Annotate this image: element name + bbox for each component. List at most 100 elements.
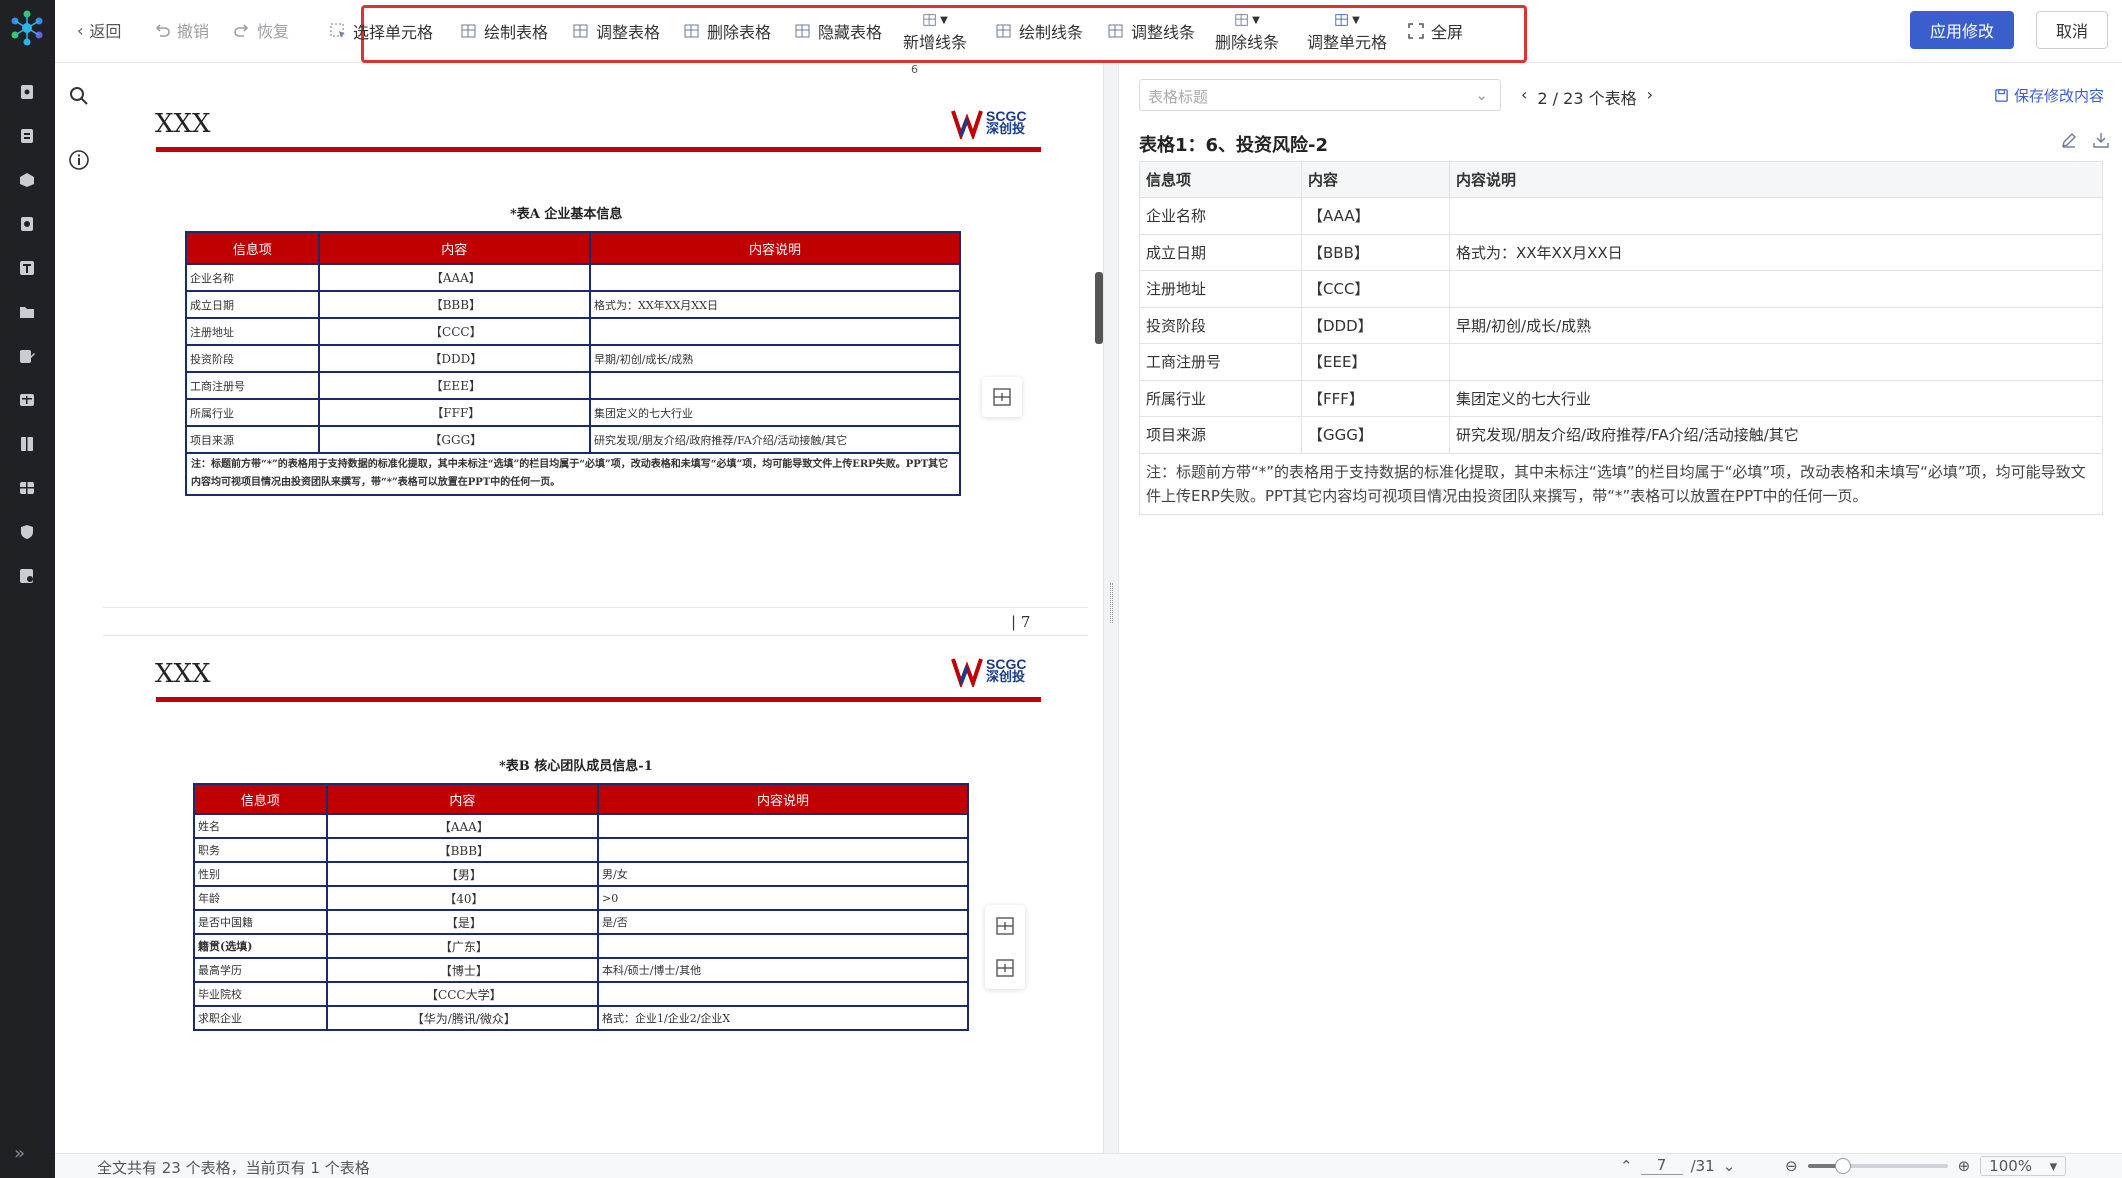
table-cell[interactable]: 项目来源 bbox=[1139, 416, 1302, 454]
table-cell[interactable]: 【CCC大学】 bbox=[325, 981, 600, 1007]
table-note[interactable]: 注：标题前方带“*”的表格用于支持数据的标准化提取，其中未标注“选填”的栏目均属… bbox=[185, 452, 961, 496]
table-cell[interactable]: 注册地址 bbox=[1139, 270, 1302, 308]
table-cell[interactable] bbox=[588, 371, 962, 400]
add-line-tool[interactable]: ▼ 新增线条 bbox=[903, 12, 967, 53]
table-cell[interactable]: 格式为：XX年XX月XX日 bbox=[1449, 233, 2103, 271]
table-cell[interactable]: 年龄 bbox=[193, 885, 328, 911]
table-cell[interactable] bbox=[588, 263, 962, 292]
prev-table-icon[interactable]: ‹ bbox=[1521, 85, 1527, 109]
grid-icon[interactable] bbox=[15, 478, 39, 498]
delete-line-tool[interactable]: ▼ 删除线条 bbox=[1215, 12, 1279, 53]
zoom-out-icon[interactable]: ⊖ bbox=[1785, 1157, 1798, 1175]
document-viewer[interactable]: 6 XXX SCGC 深创投 *表A 企业基本信息 信息项 内容 内容说明 企业名… bbox=[103, 63, 1103, 1153]
table-cell[interactable]: 投资阶段 bbox=[185, 344, 320, 373]
table-cell[interactable]: 集团定义的七大行业 bbox=[1449, 379, 2103, 417]
table-cell[interactable]: 研究发现/朋友介绍/政府推荐/FA介绍/活动接触/其它 bbox=[1449, 416, 2103, 454]
table-cell[interactable] bbox=[1449, 197, 2103, 235]
table-cell[interactable]: 【男】 bbox=[325, 861, 600, 887]
adjust-cell-tool[interactable]: ▼ 调整单元格 bbox=[1307, 12, 1387, 53]
table-cell[interactable]: 是/否 bbox=[597, 909, 969, 935]
back-button[interactable]: ‹ 返回 bbox=[77, 18, 121, 42]
splitter-grip[interactable] bbox=[1110, 583, 1113, 623]
adjust-table-tool[interactable]: 调整表格 bbox=[572, 19, 660, 43]
hide-table-tool[interactable]: 隐藏表格 bbox=[794, 19, 882, 43]
table-cell[interactable]: 本科/硕士/博士/其他 bbox=[597, 957, 969, 983]
table-cell[interactable]: 求职企业 bbox=[193, 1005, 328, 1031]
table-header-cell[interactable]: 信息项 bbox=[193, 783, 328, 815]
table-cell[interactable]: 早期/初创/成长/成熟 bbox=[1449, 306, 2103, 344]
table-cell[interactable]: 【华为/腾讯/微众】 bbox=[325, 1005, 600, 1031]
table-cell[interactable]: 【EEE】 bbox=[1301, 343, 1450, 381]
table-cell[interactable]: 【FFF】 bbox=[1301, 379, 1450, 417]
zoom-select[interactable]: 100% ▾ bbox=[1980, 1156, 2067, 1176]
doc-extract-icon[interactable] bbox=[15, 126, 39, 146]
table-cell[interactable]: 项目来源 bbox=[185, 425, 320, 454]
table-cell[interactable]: 【AAA】 bbox=[325, 813, 600, 839]
table-header-cell[interactable]: 内容 bbox=[325, 783, 600, 815]
table-cell[interactable]: 【AAA】 bbox=[317, 263, 591, 292]
doc-scrollbar[interactable] bbox=[1095, 272, 1103, 344]
table-cell[interactable]: 【DDD】 bbox=[1301, 306, 1450, 344]
table-cell[interactable]: 投资阶段 bbox=[1139, 306, 1302, 344]
table-cell[interactable]: 格式：企业1/企业2/企业X bbox=[597, 1005, 969, 1031]
page-input[interactable]: 7 bbox=[1640, 1156, 1683, 1175]
doc-upload-icon[interactable] bbox=[15, 82, 39, 102]
next-page-icon[interactable]: ⌄ bbox=[1723, 1157, 1736, 1175]
table-edit-icon[interactable] bbox=[994, 957, 1016, 979]
table-cell[interactable]: 是否中国籍 bbox=[193, 909, 328, 935]
zoom-in-icon[interactable]: ⊕ bbox=[1958, 1157, 1971, 1175]
table-cell[interactable]: 男/女 bbox=[597, 861, 969, 887]
table-cell[interactable]: 毕业院校 bbox=[193, 981, 328, 1007]
table-cell[interactable]: 【DDD】 bbox=[317, 344, 591, 373]
table-header-cell[interactable]: 信息项 bbox=[1139, 161, 1302, 198]
table-cell[interactable]: 籍贯(选填) bbox=[193, 933, 328, 959]
table-cell[interactable]: 【BBB】 bbox=[317, 290, 591, 319]
table-cell[interactable] bbox=[597, 981, 969, 1007]
expand-sidebar-icon[interactable]: » bbox=[14, 1143, 25, 1164]
table-edit-icon[interactable] bbox=[994, 915, 1016, 937]
shield-icon[interactable] bbox=[15, 522, 39, 542]
save-changes-button[interactable]: 保存修改内容 bbox=[1994, 85, 2104, 106]
table-cell[interactable]: 性别 bbox=[193, 861, 328, 887]
redo-button[interactable]: 恢复 bbox=[233, 18, 289, 42]
zoom-slider-knob[interactable] bbox=[1834, 1158, 1851, 1174]
panel-splitter[interactable] bbox=[1103, 63, 1119, 1153]
ppt-table-a[interactable]: 信息项 内容 内容说明 企业名称 【AAA】 成立日期 【BBB】 格式为：XX年XX月… bbox=[185, 231, 962, 496]
table-title-select[interactable]: 表格标题 ⌄ bbox=[1139, 79, 1501, 111]
table-cell[interactable]: 【CCC】 bbox=[317, 317, 591, 346]
table-cell[interactable]: 最高学历 bbox=[193, 957, 328, 983]
table-cell[interactable]: 注册地址 bbox=[185, 317, 320, 346]
table-cell[interactable]: 【FFF】 bbox=[317, 398, 591, 427]
table-cell[interactable]: 所属行业 bbox=[1139, 379, 1302, 417]
adjust-line-tool[interactable]: 调整线条 bbox=[1107, 19, 1195, 43]
table-cell[interactable]: 【是】 bbox=[325, 909, 600, 935]
text-icon[interactable] bbox=[15, 258, 39, 278]
table-cell[interactable] bbox=[597, 933, 969, 959]
table-extract-icon[interactable] bbox=[15, 390, 39, 410]
table-header-cell[interactable]: 信息项 bbox=[185, 231, 320, 265]
table-cell[interactable]: 职务 bbox=[193, 837, 328, 863]
undo-button[interactable]: 撤销 bbox=[153, 18, 209, 42]
table-cell[interactable]: 成立日期 bbox=[185, 290, 320, 319]
edit-doc-icon[interactable] bbox=[15, 346, 39, 366]
download-icon[interactable] bbox=[2092, 131, 2110, 149]
next-table-icon[interactable]: › bbox=[1647, 85, 1653, 109]
table-action-button[interactable] bbox=[982, 377, 1022, 417]
table-cell[interactable]: 【博士】 bbox=[325, 957, 600, 983]
table-cell[interactable]: 【40】 bbox=[325, 885, 600, 911]
table-cell[interactable]: 所属行业 bbox=[185, 398, 320, 427]
table-header-cell[interactable]: 内容说明 bbox=[597, 783, 969, 815]
draw-line-tool[interactable]: 绘制线条 bbox=[995, 19, 1083, 43]
search-icon[interactable] bbox=[66, 83, 92, 109]
table-header-cell[interactable]: 内容说明 bbox=[588, 231, 962, 265]
prev-page-icon[interactable]: ⌃ bbox=[1620, 1157, 1633, 1175]
settings-doc-icon[interactable] bbox=[15, 566, 39, 586]
table-cell[interactable]: 早期/初创/成长/成熟 bbox=[588, 344, 962, 373]
table-cell[interactable]: 【BBB】 bbox=[1301, 233, 1450, 271]
table-cell[interactable]: 【CCC】 bbox=[1301, 270, 1450, 308]
table-cell[interactable] bbox=[588, 317, 962, 346]
table-cell[interactable] bbox=[1449, 343, 2103, 381]
table-cell[interactable]: 【GGG】 bbox=[1301, 416, 1450, 454]
table-cell[interactable]: 【广东】 bbox=[325, 933, 600, 959]
table-cell[interactable] bbox=[597, 813, 969, 839]
